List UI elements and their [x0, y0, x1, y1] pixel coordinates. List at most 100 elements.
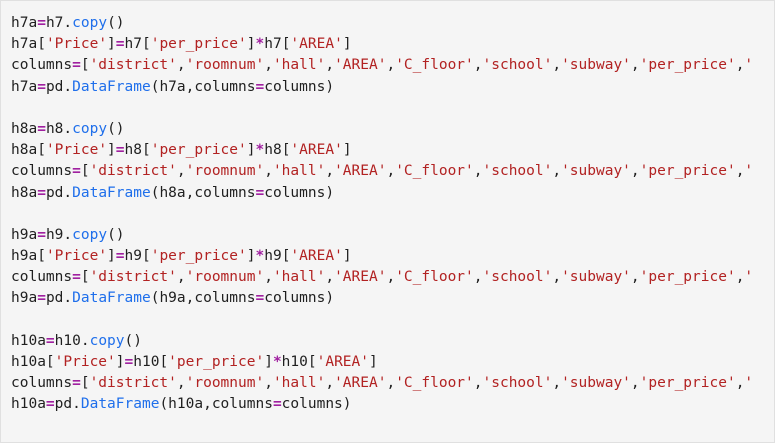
- code-token: .: [63, 290, 73, 307]
- code-line: h8a=h8.copy(): [11, 119, 753, 140]
- code-token: 'AREA': [334, 375, 387, 392]
- code-token: .: [63, 226, 73, 243]
- code-token: 'Price': [45, 36, 108, 53]
- code-token: ,: [552, 57, 562, 74]
- code-token: [: [141, 142, 151, 159]
- code-token: columns: [211, 396, 273, 413]
- code-token: [: [37, 248, 46, 265]
- code-token: ): [325, 78, 335, 95]
- code-token: DataFrame: [80, 396, 160, 413]
- code-token: h8: [264, 142, 282, 159]
- code-token: 'AREA': [290, 248, 343, 265]
- code-token: columns: [264, 290, 326, 307]
- code-token: h9a: [11, 248, 38, 265]
- code-token: ]: [342, 36, 352, 53]
- code-token: h7a: [159, 78, 186, 95]
- code-token: ': [744, 269, 754, 286]
- code-token: ,: [473, 57, 483, 74]
- code-token: 'C_floor': [395, 163, 474, 180]
- code-token: h7a: [11, 36, 38, 53]
- code-token: copy: [72, 15, 108, 31]
- code-token: =: [72, 269, 81, 286]
- code-token: DataFrame: [72, 78, 151, 95]
- code-token: ': [744, 375, 754, 392]
- code-token: h7: [264, 36, 282, 53]
- code-token: h8a: [11, 184, 38, 201]
- code-token: 'roomnum': [185, 163, 265, 180]
- code-token: 'hall': [272, 163, 326, 180]
- code-token: 'roomnum': [185, 269, 265, 286]
- code-token: 'school': [482, 269, 553, 286]
- code-line: h7a['Price']=h7['per_price']*h7['AREA']: [11, 34, 753, 55]
- code-token: h7: [124, 36, 142, 53]
- code-token: .: [63, 78, 73, 95]
- code-token: copy: [72, 226, 108, 243]
- code-token: 'per_price': [168, 354, 265, 370]
- code-token: h9: [264, 248, 282, 265]
- code-token: columns: [281, 396, 343, 413]
- code-cell[interactable]: h7a=h7.copy() h7a['Price']=h7['per_price'…: [0, 0, 775, 443]
- code-token: 'roomnum': [185, 375, 265, 392]
- code-token: DataFrame: [72, 184, 151, 201]
- code-token: columns: [11, 163, 73, 180]
- code-token: [: [141, 248, 151, 265]
- code-line: h8a=pd.DataFrame(h8a,columns=columns): [11, 183, 753, 204]
- code-token: ,: [325, 57, 335, 74]
- code-token: ,: [552, 375, 562, 392]
- code-token: 'per_price': [150, 248, 247, 265]
- code-token: columns: [194, 290, 256, 307]
- code-token: h10a: [168, 396, 204, 413]
- code-token: 'C_floor': [395, 375, 474, 392]
- code-token: h10: [133, 354, 160, 370]
- code-token: columns: [194, 184, 256, 201]
- code-token: ,: [176, 269, 186, 286]
- code-token: =: [37, 120, 46, 137]
- code-token: columns: [194, 78, 256, 95]
- code-token: 'roomnum': [185, 57, 265, 74]
- code-line: h8a['Price']=h8['per_price']*h8['AREA']: [11, 140, 753, 161]
- code-token: ,: [264, 57, 273, 74]
- code-token: columns: [11, 375, 73, 392]
- code-token: ': [744, 163, 754, 180]
- code-token: h10a: [11, 332, 46, 349]
- code-token: [: [307, 354, 317, 370]
- code-token: [: [80, 269, 90, 286]
- code-token: ,: [473, 375, 483, 392]
- code-token: (: [159, 396, 169, 413]
- code-token: =: [255, 78, 265, 95]
- code-token: ]: [369, 354, 378, 370]
- code-token: =: [37, 290, 46, 307]
- code-line: h10a['Price']=h10['per_price']*h10['AREA…: [11, 352, 753, 373]
- code-token: =: [272, 396, 282, 413]
- code-token: (): [107, 120, 125, 137]
- code-token: =: [37, 78, 46, 95]
- code-editor[interactable]: h7a=h7.copy() h7a['Price']=h7['per_price'…: [11, 13, 753, 416]
- code-token: h8: [45, 120, 64, 137]
- code-token: columns: [264, 184, 326, 201]
- code-token: =: [72, 163, 81, 180]
- code-token: h9a: [159, 290, 186, 307]
- code-token: ]: [107, 142, 116, 159]
- code-line: h10a=h10.copy(): [11, 331, 753, 352]
- code-token: 'per_price': [150, 142, 247, 159]
- code-token: =: [255, 290, 265, 307]
- code-token: 'district': [89, 375, 177, 392]
- code-token: [: [159, 354, 169, 370]
- code-token: .: [63, 120, 73, 137]
- code-token: ]: [107, 36, 116, 53]
- code-token: h10a: [11, 354, 46, 370]
- code-line: h7a=h7.copy(): [11, 13, 753, 34]
- code-line: columns=['district','roomnum','hall','AR…: [11, 267, 753, 288]
- code-token: .: [72, 396, 81, 413]
- code-token: 'per_price': [639, 269, 736, 286]
- code-token: ,: [176, 163, 186, 180]
- code-token: ': [744, 57, 754, 74]
- code-token: =: [255, 184, 265, 201]
- code-token: *: [272, 354, 282, 370]
- code-token: =: [72, 375, 81, 392]
- code-token: 'per_price': [639, 163, 736, 180]
- code-token: *: [255, 142, 265, 159]
